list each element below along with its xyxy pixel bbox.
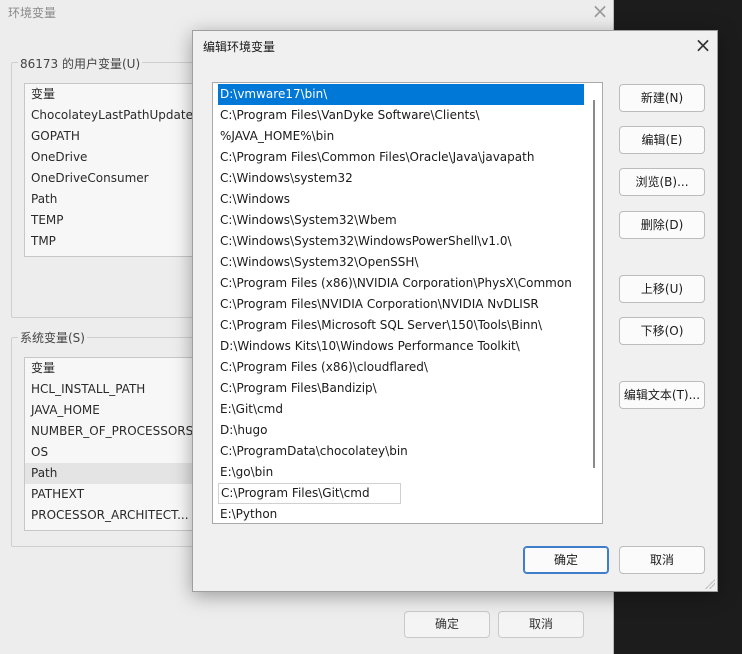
path-list-item[interactable]: E:\Git\cmd [218,399,584,420]
bg-close-icon[interactable]: × [588,0,612,24]
system-variable-row[interactable]: OS [25,442,199,463]
move-down-button[interactable]: 下移(O) [619,317,705,345]
path-list[interactable]: D:\vmware17\bin\ C:\Program Files\VanDyke… [212,82,603,524]
edit-button[interactable]: 编辑(E) [619,126,705,154]
user-list-header[interactable]: 变量 [25,84,199,105]
resize-grip-icon[interactable] [705,579,715,589]
path-list-item[interactable]: D:\hugo [218,420,584,441]
user-variable-row[interactable]: Path [25,189,199,210]
system-variable-row[interactable]: JAVA_HOME [25,400,199,421]
path-list-item[interactable]: D:\Windows Kits\10\Windows Performance T… [218,336,584,357]
user-variable-row[interactable]: OneDriveConsumer [25,168,199,189]
dialog-title: 编辑环境变量 [203,40,276,54]
path-list-item[interactable]: C:\Program Files (x86)\cloudflared\ [218,357,584,378]
path-list-item[interactable]: C:\Program Files\Common Files\Oracle\Jav… [218,147,584,168]
path-list-item[interactable]: C:\Program Files\VanDyke Software\Client… [218,105,584,126]
path-list-item[interactable]: C:\Program Files\Bandizip\ [218,378,584,399]
path-list-item[interactable]: C:\Program Files (x86)\NVIDIA Corporatio… [218,273,584,294]
delete-button[interactable]: 删除(D) [619,211,705,239]
browse-button[interactable]: 浏览(B)... [619,168,705,196]
path-list-item[interactable]: C:\Program Files\NVIDIA Corporation\NVID… [218,294,584,315]
user-variable-row[interactable]: OneDrive [25,147,199,168]
path-list-item[interactable]: E:\Python [218,504,584,523]
system-variable-row[interactable]: PROCESSOR_ARCHITECT... [25,505,199,526]
bg-ok-button[interactable]: 确定 [404,611,490,638]
user-variables-list[interactable]: 变量 ChocolateyLastPathUpdate GOPATH OneDriv… [24,83,200,257]
user-variable-row[interactable]: GOPATH [25,126,199,147]
bg-cancel-button[interactable]: 取消 [498,611,584,638]
path-list-item[interactable]: C:\Program Files\Microsoft SQL Server\15… [218,315,584,336]
path-list-item[interactable]: E:\go\bin [218,462,584,483]
ok-button[interactable]: 确定 [523,546,609,574]
new-button[interactable]: 新建(N) [619,84,705,112]
user-variables-title: 86173 的用户变量(U) [18,55,143,72]
close-icon[interactable]: × [689,33,717,59]
path-list-item[interactable]: C:\ProgramData\chocolatey\bin [218,441,584,462]
system-list-header[interactable]: 变量 [25,358,199,379]
scrollbar-thumb[interactable] [593,100,595,468]
path-list-item[interactable]: D:\vmware17\bin\ [218,84,584,105]
system-variable-row[interactable]: NUMBER_OF_PROCESSORS [25,421,199,442]
path-list-item[interactable]: C:\Windows\system32 [218,168,584,189]
system-variables-list[interactable]: 变量 HCL_INSTALL_PATH JAVA_HOME NUMBER_OF_PR… [24,357,200,531]
system-variable-row[interactable]: Path [25,463,199,484]
edit-environment-variable-dialog: 编辑环境变量 × D:\vmware17\bin\ C:\Program File… [192,30,718,592]
path-list-item[interactable]: %JAVA_HOME%\bin [218,126,584,147]
path-list-item[interactable]: C:\Windows\System32\OpenSSH\ [218,252,584,273]
move-up-button[interactable]: 上移(U) [619,275,705,303]
system-variable-row[interactable]: PATHEXT [25,484,199,505]
path-list-item[interactable]: C:\Windows\System32\WindowsPowerShell\v1… [218,231,584,252]
user-variable-row[interactable]: TMP [25,231,199,252]
path-list-item[interactable]: C:\Windows\System32\Wbem [218,210,584,231]
edit-text-button[interactable]: 编辑文本(T)... [619,381,705,409]
user-variable-row[interactable]: TEMP [25,210,199,231]
path-edit-input[interactable]: C:\Program Files\Git\cmd [218,483,401,504]
bg-dialog-title: 环境变量 [8,6,57,20]
user-variable-row[interactable]: ChocolateyLastPathUpdate [25,105,199,126]
path-list-item[interactable]: C:\Windows [218,189,584,210]
system-variable-row[interactable]: HCL_INSTALL_PATH [25,379,199,400]
system-variables-title: 系统变量(S) [18,329,87,346]
cancel-button[interactable]: 取消 [619,546,705,574]
